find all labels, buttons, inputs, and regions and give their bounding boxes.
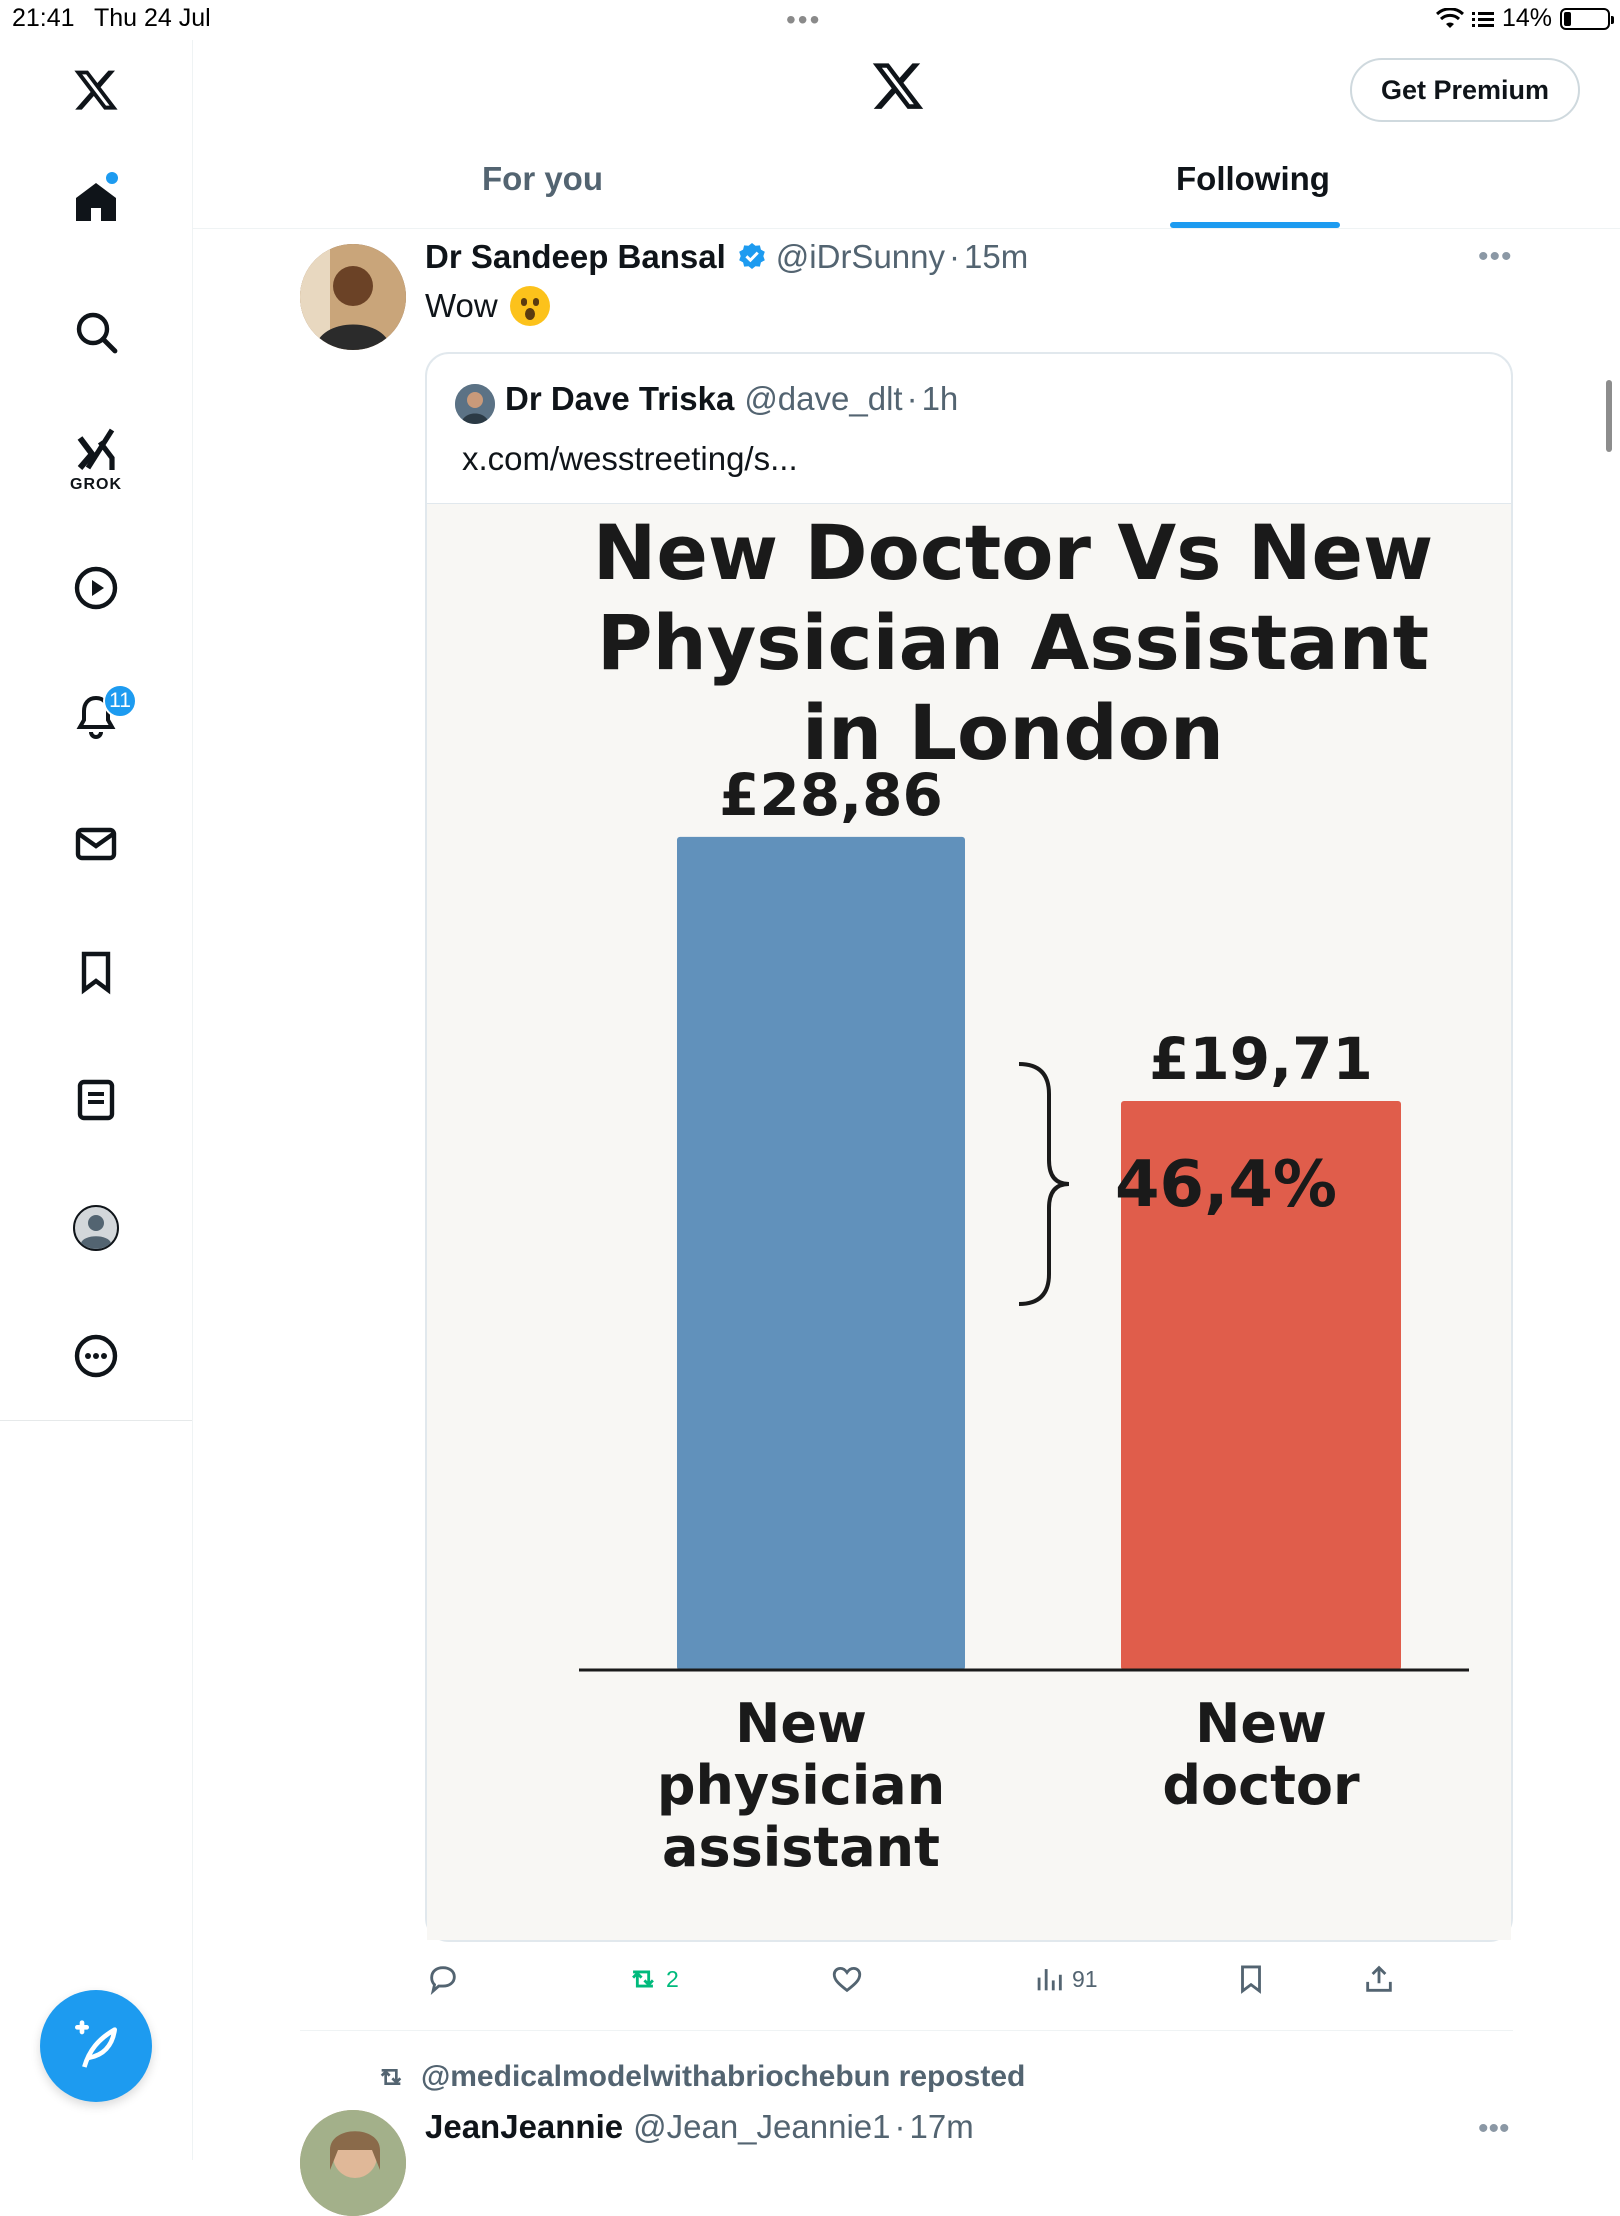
reply-icon (430, 1966, 456, 1995)
sidebar-divider (0, 1420, 192, 1421)
video-icon[interactable] (56, 548, 136, 628)
multitask-dots[interactable]: ••• (786, 4, 821, 36)
like-button[interactable] (830, 1962, 870, 1996)
wifi-icon (1435, 7, 1464, 28)
reply-button[interactable] (426, 1962, 466, 1996)
repost-icon (380, 2069, 402, 2085)
tab-following[interactable]: Following (1176, 160, 1330, 198)
quote-author-name[interactable]: Dr Dave Triska (505, 380, 734, 418)
share-icon (1366, 1965, 1392, 1992)
chart-category-label: assistant (662, 1816, 940, 1879)
bar-chart: New Doctor Vs NewPhysician Assistantin L… (579, 508, 1469, 1879)
separator-dot: · (949, 238, 961, 275)
signal-list-icon (1471, 11, 1494, 27)
chart-bar (677, 836, 965, 1670)
compose-button[interactable] (40, 1990, 152, 2102)
tweet-text: Wow (425, 286, 550, 326)
chart-title-line: New Doctor Vs New (593, 508, 1434, 597)
tweet-more-button[interactable]: ••• (1478, 240, 1513, 274)
bookmarks-icon[interactable] (56, 932, 136, 1012)
astonished-emoji-icon (509, 286, 550, 326)
chart-category-label: New (1195, 1692, 1327, 1755)
views-button[interactable]: 91 (1032, 1962, 1098, 1996)
search-icon[interactable] (56, 292, 136, 372)
tab-for-you[interactable]: For you (482, 160, 603, 198)
home-unread-dot (106, 172, 118, 184)
messages-icon[interactable] (56, 804, 136, 884)
chart-value-label: £28,86 (719, 761, 943, 829)
x-logo-icon[interactable] (56, 50, 136, 130)
chart-value-label: £19,71 (1149, 1025, 1373, 1093)
x-logo-center (870, 58, 942, 130)
next-tweet-more-button[interactable]: ••• (1478, 2112, 1510, 2146)
quote-separator-dot: · (906, 380, 918, 417)
repost-text[interactable]: @medicalmodelwithabriochebun reposted (421, 2060, 1025, 2094)
repost-context: @medicalmodelwithabriochebun reposted (375, 2060, 1025, 2094)
quote-author-avatar[interactable] (455, 384, 495, 424)
quote-author-handle[interactable]: @dave_dlt (744, 380, 902, 418)
next-author-avatar[interactable] (300, 2110, 406, 2216)
heart-icon (832, 1966, 862, 1993)
next-author-handle[interactable]: @Jean_Jeannie1 (633, 2108, 890, 2146)
chart-category-label: doctor (1162, 1754, 1360, 1817)
next-separator-dot: · (894, 2108, 906, 2145)
profile-avatar-icon[interactable] (56, 1188, 136, 1268)
home-icon[interactable] (56, 162, 136, 242)
status-date: Thu 24 Jul (94, 4, 211, 32)
get-premium-button[interactable]: Get Premium (1350, 58, 1580, 122)
bookmark-button[interactable] (1234, 1962, 1268, 1996)
author-avatar[interactable] (300, 244, 406, 350)
tweet-divider (300, 2030, 1513, 2031)
lists-icon[interactable] (56, 1060, 136, 1140)
chart-category-label: physician (657, 1754, 945, 1817)
status-right: 14% (1435, 4, 1614, 33)
next-tweet-time[interactable]: 17m (910, 2108, 974, 2146)
chart-title-line: Physician Assistant (597, 598, 1429, 687)
compose-feather-icon (75, 2020, 117, 2068)
views-icon (1037, 1969, 1062, 1991)
tweet-time[interactable]: 15m (964, 238, 1028, 276)
quote-author-line: Dr Dave Triska @dave_dlt · 1h (505, 380, 958, 418)
author-handle[interactable]: @iDrSunny (776, 238, 945, 276)
battery-icon (1560, 7, 1614, 30)
header-divider (193, 228, 1620, 229)
notification-count-badge: 11 (103, 684, 137, 718)
chart-image[interactable]: New Doctor Vs New Physician Assistant in L… (427, 504, 1511, 1940)
quote-time[interactable]: 1h (922, 380, 959, 418)
verified-badge-icon (738, 243, 765, 269)
chart-annotation: 46,4% (1115, 1148, 1337, 1222)
retweet-count: 2 (666, 1965, 679, 1992)
share-button[interactable] (1362, 1962, 1396, 1996)
more-icon[interactable] (56, 1316, 136, 1396)
quote-link-text[interactable]: x.com/wesstreeting/s... (462, 440, 798, 478)
retweet-icon (632, 1970, 654, 1988)
scrollbar[interactable] (1606, 380, 1612, 452)
retweet-button[interactable]: 2 (626, 1962, 679, 1996)
author-name[interactable]: Dr Sandeep Bansal (425, 238, 726, 276)
bookmark-icon (1241, 1965, 1261, 1994)
chart-difference-brace (1018, 1062, 1070, 1306)
next-author-line: JeanJeannie @Jean_Jeannie1 · 17m (425, 2108, 974, 2146)
next-author-name[interactable]: JeanJeannie (425, 2108, 623, 2146)
tweet-author-line: Dr Sandeep Bansal @iDrSunny · 15m (425, 238, 1028, 276)
battery-percent: 14% (1501, 4, 1552, 32)
status-time: 21:41 (12, 4, 75, 32)
tweet-body: Wow (425, 287, 498, 324)
grok-label: GROK (70, 476, 122, 493)
chart-category-label: New (735, 1692, 867, 1755)
views-count: 91 (1072, 1965, 1098, 1992)
